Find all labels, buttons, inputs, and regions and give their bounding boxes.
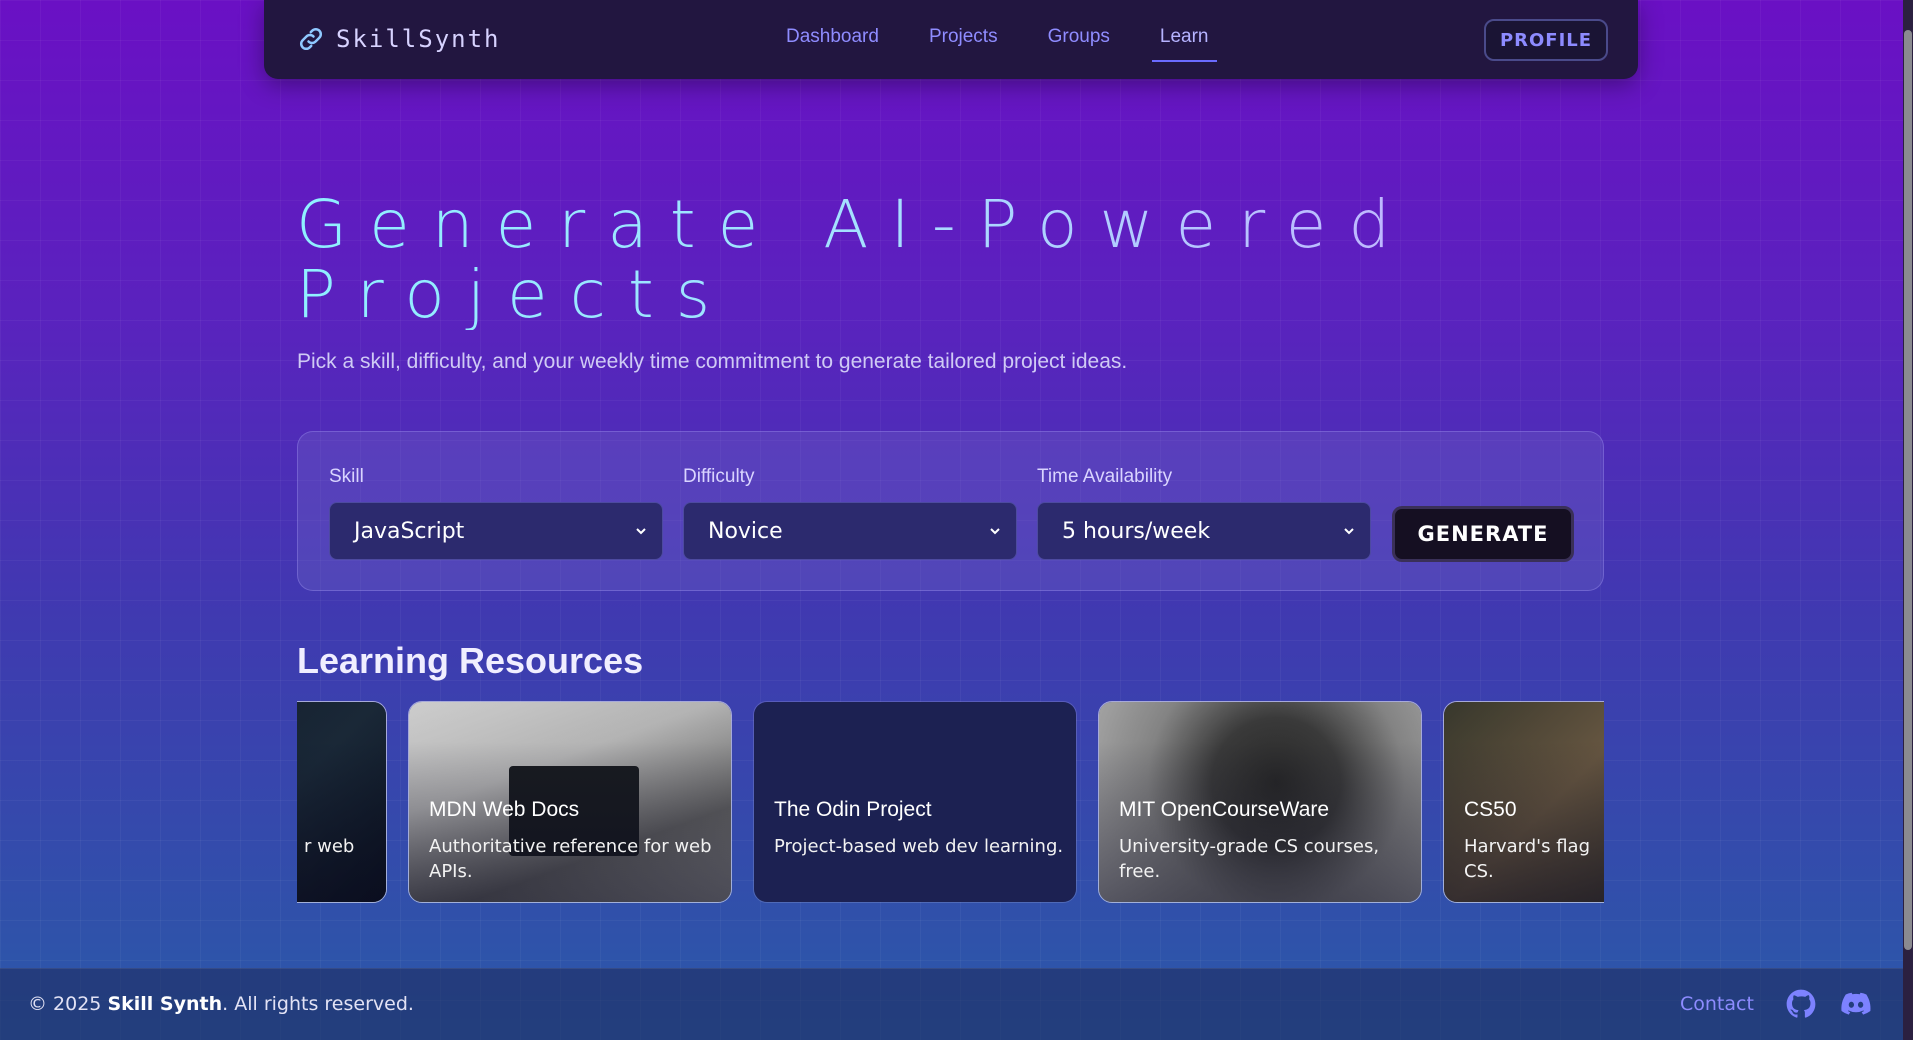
resource-card-mdn[interactable]: MDN Web Docs Authoritative reference for… bbox=[408, 701, 732, 903]
card-title: MDN Web Docs bbox=[429, 798, 580, 821]
title-line-1: Generate AI-Powered bbox=[296, 186, 1413, 263]
profile-button[interactable]: PROFILE bbox=[1484, 19, 1608, 61]
chevron-down-icon bbox=[990, 528, 1000, 535]
top-navbar: SkillSynth Dashboard Projects Groups Lea… bbox=[264, 0, 1638, 79]
skill-select[interactable]: JavaScript bbox=[329, 502, 663, 560]
card-title: CS50 bbox=[1464, 798, 1517, 821]
link-icon bbox=[299, 27, 323, 51]
time-select[interactable]: 5 hours/week bbox=[1037, 502, 1371, 560]
chevron-down-icon bbox=[1344, 528, 1354, 535]
difficulty-value: Novice bbox=[708, 518, 783, 544]
copyright-brand: Skill Synth bbox=[107, 993, 223, 1015]
page-title: Generate AI-Powered Projects bbox=[296, 190, 1596, 330]
card-desc: r web bbox=[304, 836, 355, 857]
resources-carousel[interactable]: r web MDN Web Docs Authoritative referen… bbox=[297, 701, 1604, 904]
nav-links: Dashboard Projects Groups Learn bbox=[786, 26, 1217, 62]
card-desc: Authoritative reference for web APIs. bbox=[429, 836, 712, 882]
discord-icon[interactable] bbox=[1841, 989, 1871, 1019]
time-label: Time Availability bbox=[1037, 466, 1173, 487]
chevron-down-icon bbox=[636, 528, 646, 535]
resources-heading: Learning Resources bbox=[297, 640, 644, 681]
resource-card-partial-left[interactable]: r web bbox=[297, 701, 387, 903]
page-subtitle: Pick a skill, difficulty, and your weekl… bbox=[297, 350, 1128, 373]
card-title: MIT OpenCourseWare bbox=[1119, 798, 1330, 821]
nav-link-projects[interactable]: Projects bbox=[929, 26, 998, 48]
brand-name: SkillSynth bbox=[336, 25, 501, 53]
copyright-prefix: © 2025 bbox=[28, 993, 102, 1015]
time-field: Time Availability 5 hours/week bbox=[1037, 466, 1371, 560]
difficulty-select[interactable]: Novice bbox=[683, 502, 1017, 560]
skill-label: Skill bbox=[329, 466, 364, 487]
card-desc: Harvard's flag CS. bbox=[1464, 836, 1590, 882]
title-line-2: Projects bbox=[296, 256, 733, 333]
brand[interactable]: SkillSynth bbox=[296, 24, 501, 54]
card-title: The Odin Project bbox=[774, 798, 932, 821]
nav-link-dashboard[interactable]: Dashboard bbox=[786, 26, 879, 48]
nav-link-groups[interactable]: Groups bbox=[1048, 26, 1110, 48]
scrollbar[interactable] bbox=[1903, 0, 1913, 1040]
generate-button[interactable]: GENERATE bbox=[1392, 506, 1574, 562]
skill-value: JavaScript bbox=[354, 518, 465, 544]
scrollbar-thumb[interactable] bbox=[1904, 30, 1912, 950]
difficulty-label: Difficulty bbox=[683, 466, 755, 487]
card-desc: Project-based web dev learning. bbox=[774, 836, 1064, 857]
generator-form: Skill JavaScript Difficulty Novice Time … bbox=[297, 431, 1604, 591]
contact-link[interactable]: Contact bbox=[1680, 993, 1754, 1015]
copyright: © 2025 Skill Synth. All rights reserved. bbox=[28, 993, 414, 1015]
copyright-suffix: . All rights reserved. bbox=[222, 993, 414, 1015]
card-desc: University-grade CS courses, free. bbox=[1119, 836, 1380, 882]
resource-card-cs50[interactable]: CS50 Harvard's flag CS. bbox=[1443, 701, 1604, 903]
nav-link-learn[interactable]: Learn bbox=[1151, 26, 1217, 62]
difficulty-field: Difficulty Novice bbox=[683, 466, 1017, 560]
resource-card-odin[interactable]: The Odin Project Project-based web dev l… bbox=[753, 701, 1077, 903]
footer: © 2025 Skill Synth. All rights reserved.… bbox=[0, 968, 1903, 1040]
resource-card-mit[interactable]: MIT OpenCourseWare University-grade CS c… bbox=[1098, 701, 1422, 903]
skill-field: Skill JavaScript bbox=[329, 466, 663, 560]
time-value: 5 hours/week bbox=[1062, 518, 1211, 544]
github-icon[interactable] bbox=[1786, 989, 1816, 1019]
